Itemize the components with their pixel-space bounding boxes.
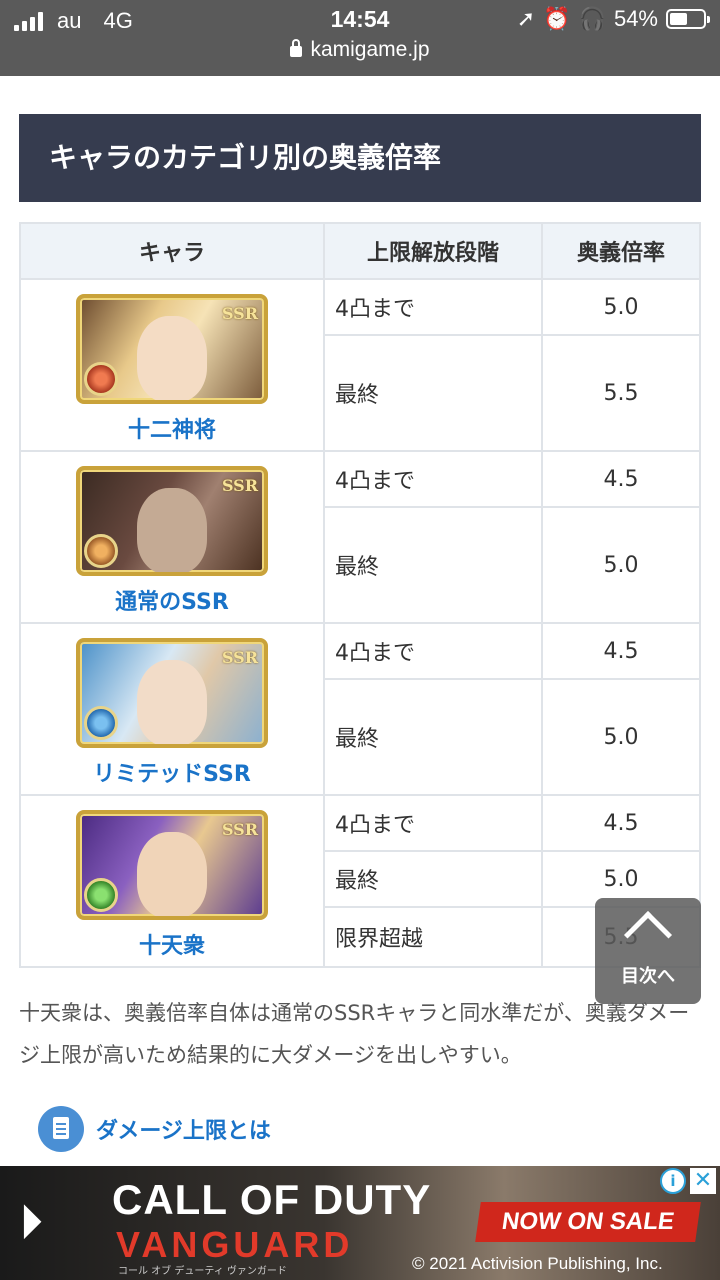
url-text: kamigame.jp — [310, 38, 430, 61]
playstation-icon: ⏵ — [20, 1197, 42, 1248]
related-link[interactable]: ダメージ上限とは — [38, 1106, 271, 1152]
rate-cell: 4.5 — [541, 622, 701, 680]
stage-cell: 最終 — [323, 506, 543, 624]
stage-cell: 限界超越 — [323, 906, 543, 968]
chara-link-normal-ssr[interactable]: 通常のSSR — [21, 584, 323, 616]
header-chara: キャラ — [19, 222, 325, 280]
stage-cell: 4凸まで — [323, 794, 543, 852]
rate-cell: 4.5 — [541, 450, 701, 508]
toc-button[interactable]: 目次へ — [595, 898, 701, 1004]
stage-cell: 最終 — [323, 850, 543, 908]
ad-title-sub: VANGUARD — [116, 1224, 354, 1265]
stage-cell: 4凸まで — [323, 450, 543, 508]
header-rate: 奥義倍率 — [541, 222, 701, 280]
water-element-icon — [84, 706, 118, 740]
location-icon: ➚ — [516, 6, 536, 31]
ssr-badge: SSR — [221, 476, 258, 495]
table-row: SSR 十二神将 4凸まで 5.0 — [19, 278, 701, 452]
chara-cell: SSR リミテッドSSR — [19, 622, 325, 796]
address-bar[interactable]: kamigame.jp — [0, 38, 720, 62]
status-bar: au 4G 14:54 ➚ ⏰ 🎧 54% kamigame.jp — [0, 0, 720, 76]
ad-info-icon[interactable]: i — [660, 1168, 686, 1194]
rate-cell: 5.0 — [541, 678, 701, 796]
header-stage: 上限解放段階 — [323, 222, 543, 280]
rate-cell: 4.5 — [541, 794, 701, 852]
chevron-up-icon — [623, 910, 673, 960]
ssr-badge: SSR — [221, 648, 258, 667]
stage-cell: 最終 — [323, 334, 543, 452]
related-link-label[interactable]: ダメージ上限とは — [96, 1113, 271, 1145]
table-row: SSR 十天衆 4凸まで 4.5 — [19, 794, 701, 968]
rate-cell: 5.0 — [541, 506, 701, 624]
toc-button-label: 目次へ — [621, 966, 675, 987]
table-row: SSR 通常のSSR 4凸まで 4.5 — [19, 450, 701, 624]
chara-cell: SSR 十天衆 — [19, 794, 325, 968]
chara-cell: SSR 通常のSSR — [19, 450, 325, 624]
stage-cell: 4凸まで — [323, 622, 543, 680]
section-title: キャラのカテゴリ別の奥義倍率 — [19, 114, 701, 202]
character-portrait[interactable]: SSR — [76, 638, 268, 748]
ssr-badge: SSR — [221, 820, 258, 839]
chara-link-limited-ssr[interactable]: リミテッドSSR — [21, 756, 323, 788]
character-portrait[interactable]: SSR — [76, 810, 268, 920]
close-icon[interactable]: ✕ — [690, 1168, 716, 1194]
table-header-row: キャラ 上限解放段階 奥義倍率 — [19, 222, 701, 280]
earth-element-icon — [84, 534, 118, 568]
table-row: SSR リミテッドSSR 4凸まで 4.5 — [19, 622, 701, 796]
chara-link-juutenshu[interactable]: 十天衆 — [21, 928, 323, 960]
rate-cell: 5.0 — [541, 278, 701, 336]
stage-cell: 4凸まで — [323, 278, 543, 336]
ad-sale-badge: NOW ON SALE — [475, 1202, 701, 1242]
ssr-badge: SSR — [221, 304, 258, 323]
ad-copyright: © 2021 Activision Publishing, Inc. — [412, 1254, 663, 1273]
battery-icon — [666, 9, 710, 29]
ad-title: CALL OF DUTY — [112, 1176, 432, 1223]
rate-table: キャラ 上限解放段階 奥義倍率 SSR 十二神将 4凸まで 5.0 最終 5.5 — [19, 222, 701, 968]
alarm-icon: ⏰ — [543, 6, 571, 31]
wind-element-icon — [84, 878, 118, 912]
character-portrait[interactable]: SSR — [76, 466, 268, 576]
headphones-icon: 🎧 — [578, 6, 606, 31]
ad-banner[interactable]: ⏵ CALL OF DUTY VANGUARD コール オブ デューティ ヴァン… — [0, 1166, 720, 1280]
document-icon — [38, 1106, 84, 1152]
chara-link-juuni[interactable]: 十二神将 — [21, 412, 323, 444]
lock-icon — [290, 39, 303, 57]
ad-subtitle: コール オブ デューティ ヴァンガード — [118, 1266, 287, 1277]
battery-percent: 54% — [613, 6, 658, 31]
chara-cell: SSR 十二神将 — [19, 278, 325, 452]
body-paragraph: 十天衆は、奥義倍率自体は通常のSSRキャラと同水準だが、奥義ダメージ上限が高いた… — [19, 1001, 690, 1067]
character-portrait[interactable]: SSR — [76, 294, 268, 404]
rate-cell: 5.5 — [541, 334, 701, 452]
fire-element-icon — [84, 362, 118, 396]
stage-cell: 最終 — [323, 678, 543, 796]
